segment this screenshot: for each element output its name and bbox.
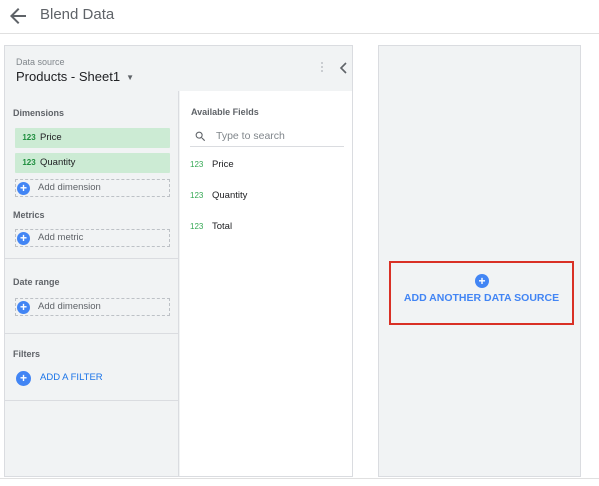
data-source-selector[interactable]: Products - Sheet1 ▼ <box>16 69 134 84</box>
number-type-icon: 123 <box>22 158 36 167</box>
add-metric-button[interactable]: + Add metric <box>15 229 170 247</box>
add-dimension-button[interactable]: + Add dimension <box>15 179 170 197</box>
dropdown-caret-icon: ▼ <box>126 73 134 82</box>
number-type-icon: 123 <box>190 191 204 200</box>
header-bar: Blend Data <box>0 0 599 34</box>
add-data-source-panel: + ADD ANOTHER DATA SOURCE <box>378 45 581 477</box>
filters-title: Filters <box>13 349 41 359</box>
date-range-title: Date range <box>13 277 60 287</box>
dimension-label: Price <box>40 132 62 143</box>
arrow-back-icon[interactable] <box>6 4 30 28</box>
data-source-label: Data source <box>16 57 65 67</box>
bottom-divider <box>0 478 599 486</box>
dimension-chip-price[interactable]: 123 Price <box>15 128 170 148</box>
field-label: Price <box>212 159 234 170</box>
data-source-name: Products - Sheet1 <box>16 69 121 84</box>
chevron-left-icon[interactable] <box>337 60 349 76</box>
field-search-input[interactable]: Type to search <box>190 127 344 147</box>
field-label: Quantity <box>212 190 248 201</box>
metrics-title: Metrics <box>13 210 45 220</box>
divider <box>5 333 179 334</box>
configuration-column: Dimensions 123 Price 123 Quantity + Add dim… <box>5 91 179 476</box>
available-field-price[interactable]: 123 Price <box>190 156 344 174</box>
available-fields-title: Available Fields <box>191 107 259 117</box>
add-date-range-label: Add dimension <box>38 301 101 312</box>
divider <box>5 258 179 259</box>
add-dimension-label: Add dimension <box>38 182 101 193</box>
field-label: Total <box>212 221 233 232</box>
data-source-header: Data source Products - Sheet1 ▼ <box>5 46 352 91</box>
dimensions-title: Dimensions <box>13 108 65 118</box>
data-source-panel: Data source Products - Sheet1 ▼ Dimension… <box>4 45 353 477</box>
dimension-label: Quantity <box>40 157 76 168</box>
available-field-quantity[interactable]: 123 Quantity <box>190 187 344 205</box>
add-another-data-source-button[interactable]: + ADD ANOTHER DATA SOURCE <box>389 261 574 325</box>
add-metric-label: Add metric <box>38 232 84 243</box>
plus-circle-icon: + <box>17 182 30 195</box>
add-filter-label: ADD A FILTER <box>40 372 103 383</box>
dimension-chip-quantity[interactable]: 123 Quantity <box>15 153 170 173</box>
plus-circle-icon: + <box>475 274 489 288</box>
divider <box>5 400 179 401</box>
plus-circle-icon: + <box>16 371 31 386</box>
blend-data-page: Blend Data Data source Products - Sheet1… <box>0 0 599 486</box>
number-type-icon: 123 <box>190 160 204 169</box>
plus-circle-icon: + <box>17 232 30 245</box>
plus-circle-icon: + <box>17 301 30 314</box>
search-placeholder: Type to search <box>216 130 285 142</box>
search-icon <box>195 131 206 142</box>
number-type-icon: 123 <box>22 133 36 142</box>
number-type-icon: 123 <box>190 222 204 231</box>
page-title: Blend Data <box>40 6 115 23</box>
available-field-total[interactable]: 123 Total <box>190 218 344 236</box>
available-fields-column: Available Fields Type to search 123 Price… <box>180 91 352 476</box>
add-filter-button[interactable]: + ADD A FILTER <box>15 370 103 386</box>
add-date-range-dimension-button[interactable]: + Add dimension <box>15 298 170 316</box>
add-another-data-source-label: ADD ANOTHER DATA SOURCE <box>403 292 560 304</box>
more-vert-icon[interactable] <box>319 60 325 76</box>
